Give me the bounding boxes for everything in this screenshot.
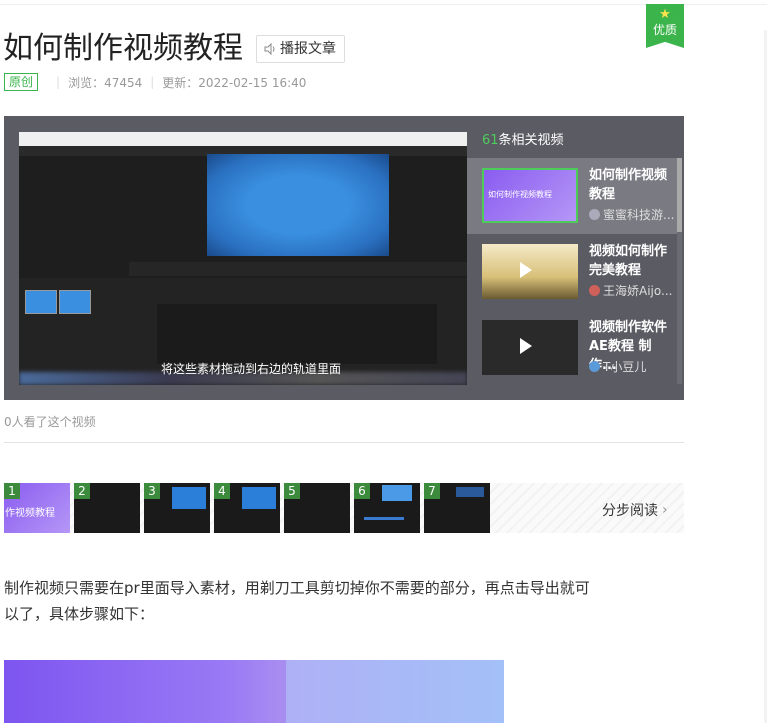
article-paragraph: 制作视频只需要在pr里面导入素材，用剃刀工具剪切掉你不需要的部分，再点击导出就可… <box>4 579 590 623</box>
chevron-right-icon: › <box>662 502 668 518</box>
step-number: 3 <box>144 483 160 499</box>
avatar <box>589 209 600 220</box>
scrollbar-thumb[interactable] <box>677 158 682 232</box>
related-video-item[interactable]: 视频如何制作完美教程 王海娇Aijo... <box>467 234 677 310</box>
clip-thumbnail <box>59 290 91 314</box>
read-aloud-label: 播报文章 <box>280 41 336 57</box>
meta-divider: | <box>150 75 155 89</box>
related-video-author: 蜜蜜科技游... <box>589 206 679 223</box>
step-number: 5 <box>284 483 300 499</box>
step-thumbnail[interactable]: 5 <box>284 483 350 533</box>
video-player[interactable]: 将这些素材拖动到右边的轨道里面 <box>19 132 467 385</box>
step-read-label: 分步阅读 <box>602 503 658 519</box>
timeline-clip <box>364 517 404 520</box>
speaker-icon <box>264 42 275 56</box>
video-thumbnail <box>482 244 578 299</box>
section-divider <box>4 442 684 443</box>
read-aloud-button[interactable]: 播报文章 <box>256 35 345 63</box>
step-thumbnail[interactable]: 作视频教程 1 <box>4 483 70 533</box>
meta-divider: | <box>56 75 61 89</box>
step-number: 7 <box>424 483 440 499</box>
article-title: 如何制作视频教程 <box>3 31 243 66</box>
video-subtitle: 将这些素材拖动到右边的轨道里面 <box>161 362 342 376</box>
playback-controls-screenshot <box>129 262 467 276</box>
related-video-author: T小豆儿 <box>589 358 679 375</box>
timeline-screenshot <box>157 304 437 364</box>
related-videos: 61条相关视频 如何制作视频教程 如何制作视频教程 蜜蜜科技游... 视频如何制… <box>467 116 684 400</box>
related-video-item[interactable]: 如何制作视频教程 如何制作视频教程 蜜蜜科技游... <box>467 158 677 234</box>
step-number: 6 <box>354 483 370 499</box>
quality-badge: ★ 优质 <box>646 4 684 48</box>
related-video-author: 王海娇Aijo... <box>589 282 679 299</box>
step-thumbnail[interactable]: 4 <box>214 483 280 533</box>
step-thumbnail[interactable]: 7 <box>424 483 490 533</box>
avatar <box>589 285 600 296</box>
step-number: 2 <box>74 483 90 499</box>
playlist-scrollbar[interactable] <box>677 158 682 384</box>
video-thumbnail: 如何制作视频教程 <box>482 168 578 223</box>
star-icon: ★ <box>659 7 671 22</box>
original-tag: 原创 <box>4 73 39 91</box>
editor-menubar-screenshot <box>19 132 467 146</box>
related-video-item[interactable]: 视频制作软件AE教程 制作... T小豆儿 <box>467 310 677 386</box>
avatar <box>589 361 600 372</box>
step-thumbnails: 作视频教程 1 2 3 4 5 6 7 分步阅读 › <box>4 483 684 533</box>
preview-monitor <box>456 487 484 497</box>
video-section: 将这些素材拖动到右边的轨道里面 61条相关视频 如何制作视频教程 如何制作视频教… <box>4 116 684 400</box>
image-highlight <box>286 660 504 723</box>
step-thumbnail[interactable]: 6 <box>354 483 420 533</box>
related-video-title: 视频如何制作完美教程 <box>589 244 668 278</box>
related-header: 61条相关视频 <box>482 133 564 148</box>
preview-monitor <box>382 485 412 501</box>
clip-thumbnail <box>25 290 57 314</box>
play-icon <box>520 338 532 354</box>
watch-count: 0人看了这个视频 <box>4 415 96 429</box>
step-number: 1 <box>4 483 20 499</box>
preview-monitor <box>242 487 276 509</box>
update-time: 更新：2022-02-15 16:40 <box>162 75 307 90</box>
step-number: 4 <box>214 483 230 499</box>
step-thumbnail[interactable]: 2 <box>74 483 140 533</box>
article-meta: 原创 | 浏览：47454 | 更新：2022-02-15 16:40 <box>4 72 306 92</box>
article-image <box>4 660 504 723</box>
video-thumbnail <box>482 320 578 375</box>
play-icon <box>520 262 532 278</box>
program-monitor-screenshot <box>207 154 389 256</box>
step-thumbnail[interactable]: 3 <box>144 483 210 533</box>
view-count: 浏览：47454 <box>68 75 143 90</box>
related-video-title: 如何制作视频教程 <box>589 168 668 202</box>
preview-monitor <box>172 487 206 509</box>
step-read-button[interactable]: 分步阅读 › <box>602 500 668 520</box>
